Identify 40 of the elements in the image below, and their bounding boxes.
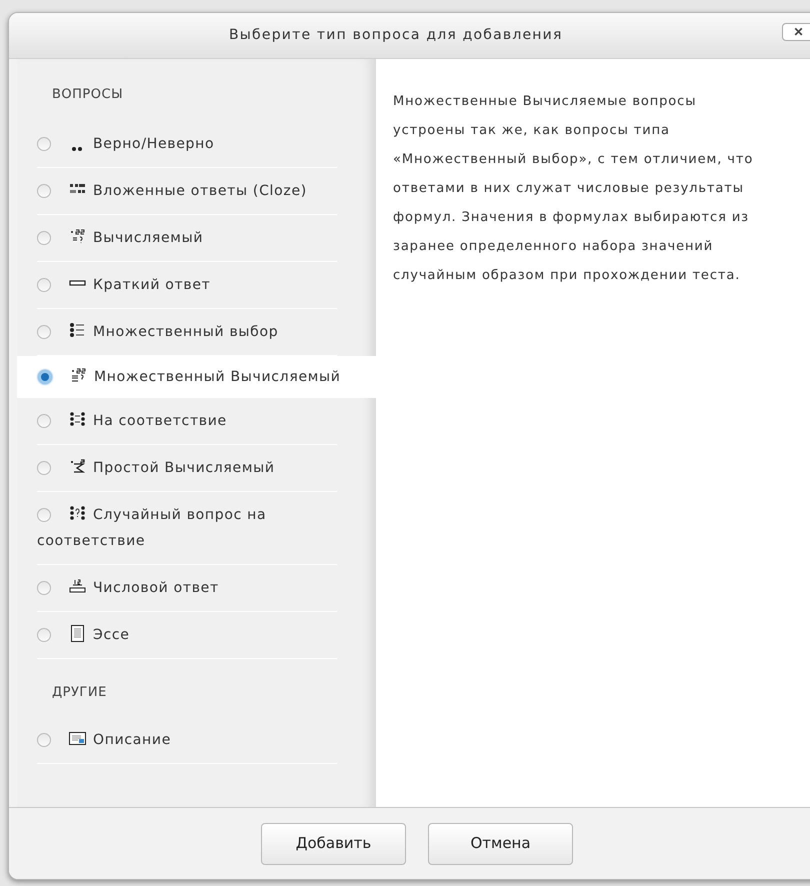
radio-button[interactable] xyxy=(37,628,51,642)
description-text: Множественные Вычисляемые вопросы устроены так же, как вопросы типа «Множественный выбор», с тем отличием, что ответами в них служат числовые результаты формул. Значения в формулах выбираются из заранее определенного набора значений случайным образом при прохождении теста. xyxy=(393,93,754,285)
radio-button[interactable] xyxy=(37,325,51,339)
document-icon xyxy=(68,625,86,642)
radio-button[interactable] xyxy=(37,278,51,292)
cancel-button[interactable]: Отмена xyxy=(428,822,573,864)
number-box-icon xyxy=(68,578,86,595)
radio-button[interactable] xyxy=(37,414,51,428)
radio-button[interactable] xyxy=(37,581,51,595)
description-icon xyxy=(68,730,86,746)
formula-list-icon xyxy=(70,367,86,384)
radio-button[interactable] xyxy=(38,370,52,384)
question-type-option[interactable]: Вложенные ответы (Cloze) xyxy=(37,168,337,215)
radio-button[interactable] xyxy=(37,508,51,522)
dialog-title: Выберите тип вопроса для добавления xyxy=(229,26,563,45)
radio-button[interactable] xyxy=(37,461,51,475)
question-type-option[interactable]: Краткий ответ xyxy=(37,262,337,309)
matching-icon xyxy=(68,505,86,522)
question-type-option[interactable]: На соответствие xyxy=(37,398,337,445)
radio-button[interactable] xyxy=(37,184,51,198)
radio-button[interactable] xyxy=(37,732,51,746)
matching-icon xyxy=(68,411,86,428)
list-icon xyxy=(68,322,86,339)
section-heading: ДРУГИЕ xyxy=(52,684,108,702)
formula-icon xyxy=(68,458,86,475)
close-button[interactable]: ✕ xyxy=(782,23,810,41)
radio-button[interactable] xyxy=(37,231,51,245)
question-type-option[interactable]: Верно/Неверно xyxy=(37,120,337,168)
question-type-option[interactable]: Вычисляемый xyxy=(37,215,337,262)
question-type-option[interactable]: Описание xyxy=(37,716,337,764)
dots-icon xyxy=(72,146,82,150)
question-type-option[interactable]: Эссе xyxy=(37,612,337,659)
formula-icon xyxy=(68,228,86,245)
question-type-option[interactable]: Простой Вычисляемый xyxy=(37,445,337,492)
question-type-option[interactable]: Случайный вопрос на соответствие xyxy=(37,492,337,565)
add-button[interactable]: Добавить xyxy=(261,822,406,864)
question-type-option[interactable]: Множественный Вычисляемый xyxy=(17,356,376,398)
question-type-option[interactable]: Числовой ответ xyxy=(37,565,337,612)
section-heading: ВОПРОСЫ xyxy=(52,86,124,104)
radio-button[interactable] xyxy=(37,136,51,150)
